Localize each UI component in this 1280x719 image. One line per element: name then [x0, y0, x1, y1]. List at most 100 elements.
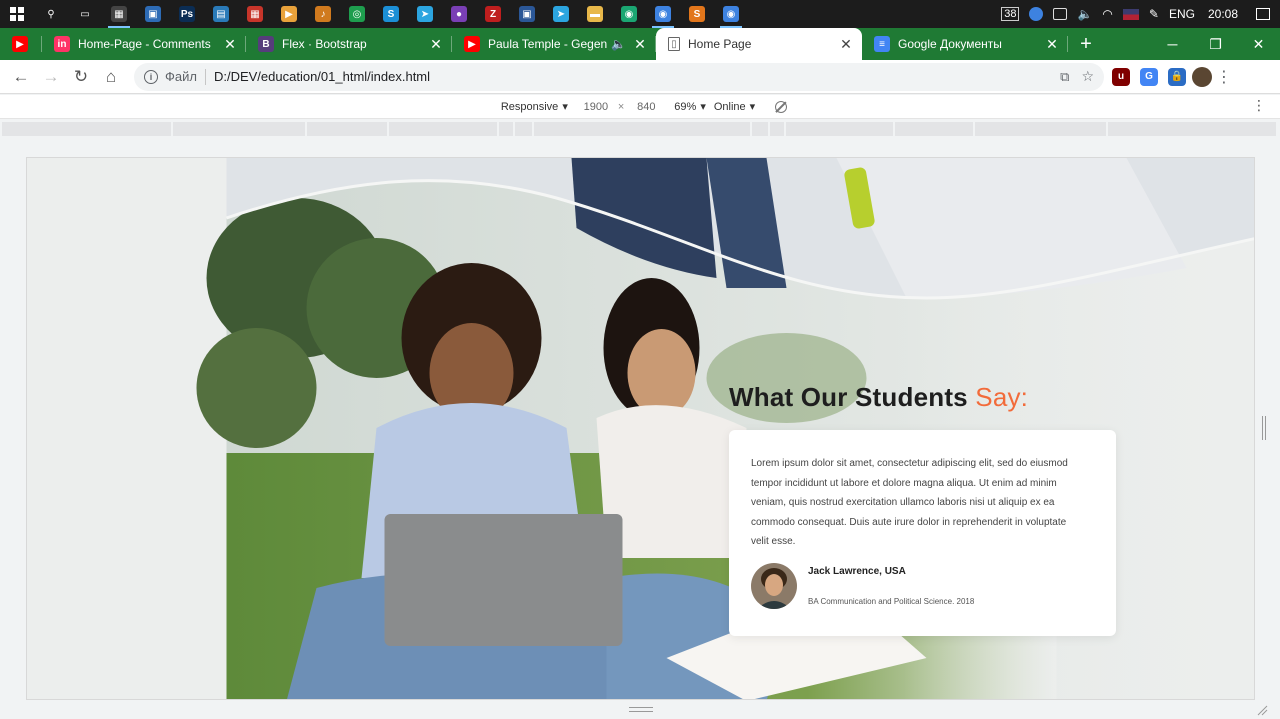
translate-page-icon[interactable]: ⧉ — [1060, 69, 1069, 85]
notification-icon[interactable] — [1246, 0, 1280, 28]
media-query-segment[interactable] — [1107, 122, 1276, 136]
heading-accent-text: Say: — [975, 382, 1029, 412]
rotate-icon[interactable] — [775, 100, 788, 113]
volume-icon[interactable]: 🔈 — [1072, 0, 1097, 28]
music-taskbar-button[interactable]: ♪ — [306, 0, 340, 28]
clock[interactable]: 20:08 — [1200, 7, 1246, 21]
filezilla-taskbar-button[interactable]: Z — [476, 0, 510, 28]
media-query-segment[interactable] — [769, 122, 784, 136]
media-query-segment[interactable] — [389, 122, 498, 136]
flag-icon[interactable] — [1118, 0, 1144, 28]
media-query-segment[interactable] — [751, 122, 768, 136]
media-player-taskbar-button[interactable]: ▶ — [272, 0, 306, 28]
tab-paula-temple-gegen-y[interactable]: ▶ Paula Temple - Gegen - Y🔈 ✕ — [452, 28, 656, 60]
app-taskbar-button[interactable]: ▦ — [238, 0, 272, 28]
telegram-taskbar-button[interactable]: ➤ — [408, 0, 442, 28]
search-taskbar-button[interactable]: ⚲ — [34, 0, 68, 28]
app-icon: ● — [451, 6, 467, 22]
width-input[interactable]: 1900 — [576, 101, 616, 113]
tab-pinned[interactable]: ▶ — [0, 28, 42, 60]
media-query-segment[interactable] — [2, 122, 172, 136]
battery-icon[interactable] — [1048, 0, 1072, 28]
chrome-taskbar-button[interactable]: ◉ — [646, 0, 680, 28]
calculator-taskbar-button[interactable]: ▦ — [102, 0, 136, 28]
media-query-segment[interactable] — [534, 122, 750, 136]
resize-handle-right[interactable] — [1262, 416, 1266, 440]
forward-button[interactable]: → — [36, 62, 66, 92]
bookmark-star-icon[interactable]: ☆ — [1081, 68, 1094, 85]
device-select[interactable]: Responsive ▾ — [501, 100, 568, 114]
task-view-taskbar-button[interactable]: ▭ — [68, 0, 102, 28]
url-text[interactable]: D:/DEV/education/01_html/index.html — [214, 69, 430, 84]
favicon-icon: B — [258, 36, 274, 52]
address-bar[interactable]: i Файл D:/DEV/education/01_html/index.ht… — [134, 62, 1104, 91]
audio-playing-icon[interactable]: 🔈 — [611, 37, 626, 51]
back-button[interactable]: ← — [6, 62, 36, 92]
info-icon[interactable]: i — [144, 69, 158, 84]
new-tab-button[interactable]: + — [1068, 28, 1104, 60]
sublime-taskbar-button[interactable]: S — [680, 0, 714, 28]
telegram-icon: ➤ — [417, 6, 433, 22]
chrome-tray-icon[interactable] — [1024, 0, 1048, 28]
height-input[interactable]: 840 — [626, 101, 666, 113]
url-divider — [204, 68, 206, 85]
media-query-segment[interactable] — [499, 122, 514, 136]
close-tab-icon[interactable]: ✕ — [838, 36, 854, 52]
dropdown-arrow-icon: ▾ — [749, 101, 756, 113]
app-icon: ◉ — [621, 6, 637, 22]
dropdown-arrow-icon: ▾ — [562, 101, 568, 113]
app-taskbar-button[interactable]: ▣ — [136, 0, 170, 28]
media-query-segment[interactable] — [307, 122, 388, 136]
device-toolbar: Responsive ▾ 1900 × 840 69% ▾ Online ▾ ⋮ — [0, 95, 1280, 119]
app-taskbar-button[interactable]: ▤ — [204, 0, 238, 28]
home-button[interactable]: ⌂ — [96, 62, 126, 92]
zoom-select[interactable]: 69% ▾ — [674, 100, 706, 114]
media-query-segment[interactable] — [173, 122, 306, 136]
close-tab-icon[interactable]: ✕ — [222, 36, 238, 52]
folder-taskbar-button[interactable]: ▬ — [578, 0, 612, 28]
tab-home-page-comments[interactable]: in Home-Page - Comments ✕ — [42, 28, 246, 60]
lock-extension-icon[interactable]: 🔒 — [1168, 67, 1186, 86]
media-query-segment[interactable] — [515, 122, 533, 136]
network-throttle-select[interactable]: Online ▾ — [714, 100, 756, 114]
ublock-icon[interactable]: u — [1112, 67, 1130, 86]
app-taskbar-button[interactable]: ◉ — [612, 0, 646, 28]
media-query-segment[interactable] — [785, 122, 893, 136]
resize-handle-bottom[interactable] — [629, 707, 653, 712]
app-taskbar-button[interactable]: ▣ — [510, 0, 544, 28]
resize-handle-corner[interactable] — [1256, 704, 1268, 716]
chrome-taskbar-button[interactable]: ◉ — [714, 0, 748, 28]
close-window-button[interactable]: ✕ — [1237, 28, 1280, 60]
skype-taskbar-button[interactable]: S — [374, 0, 408, 28]
close-tab-icon[interactable]: ✕ — [1044, 36, 1060, 52]
app-taskbar-button[interactable]: ◎ — [340, 0, 374, 28]
chrome-menu-icon[interactable]: ⋮ — [1212, 65, 1236, 89]
translate-icon[interactable]: G — [1140, 67, 1158, 86]
close-tab-icon[interactable]: ✕ — [632, 36, 648, 52]
media-query-segment[interactable] — [974, 122, 1106, 136]
profile-avatar[interactable] — [1192, 66, 1212, 87]
sublime-icon: S — [689, 6, 705, 22]
start-button[interactable] — [0, 0, 34, 28]
tab-flex-bootstrap[interactable]: B Flex · Bootstrap ✕ — [246, 28, 452, 60]
more-options-icon[interactable]: ⋮ — [1252, 97, 1266, 114]
tab-strip: ▶ in Home-Page - Comments ✕ B Flex · Bootstra… — [0, 28, 1280, 60]
tab-home-page[interactable]: ▯ Home Page ✕ — [656, 28, 862, 60]
minimize-button[interactable]: ─ — [1151, 28, 1194, 60]
favicon-icon: in — [54, 36, 70, 52]
language-indicator[interactable]: ENG — [1164, 0, 1200, 28]
close-tab-icon[interactable]: ✕ — [428, 36, 444, 52]
system-tray: 38 🔈 ◠ ✎ ENG 20:08 — [996, 0, 1280, 28]
maximize-button[interactable]: ❐ — [1194, 28, 1237, 60]
url-scheme: Файл — [165, 69, 197, 84]
app-icon: ▣ — [519, 6, 535, 22]
tab-google-документы[interactable]: ≡ Google Документы ✕ — [862, 28, 1068, 60]
reload-button[interactable]: ↻ — [66, 62, 96, 92]
pen-icon[interactable]: ✎ — [1144, 0, 1164, 28]
app-taskbar-button[interactable]: ● — [442, 0, 476, 28]
telegram-taskbar-button[interactable]: ➤ — [544, 0, 578, 28]
media-query-segment[interactable] — [894, 122, 973, 136]
wifi-icon[interactable]: ◠ — [1097, 0, 1117, 28]
tray-counter-icon[interactable]: 38 — [996, 0, 1024, 28]
photoshop-taskbar-button[interactable]: Ps — [170, 0, 204, 28]
